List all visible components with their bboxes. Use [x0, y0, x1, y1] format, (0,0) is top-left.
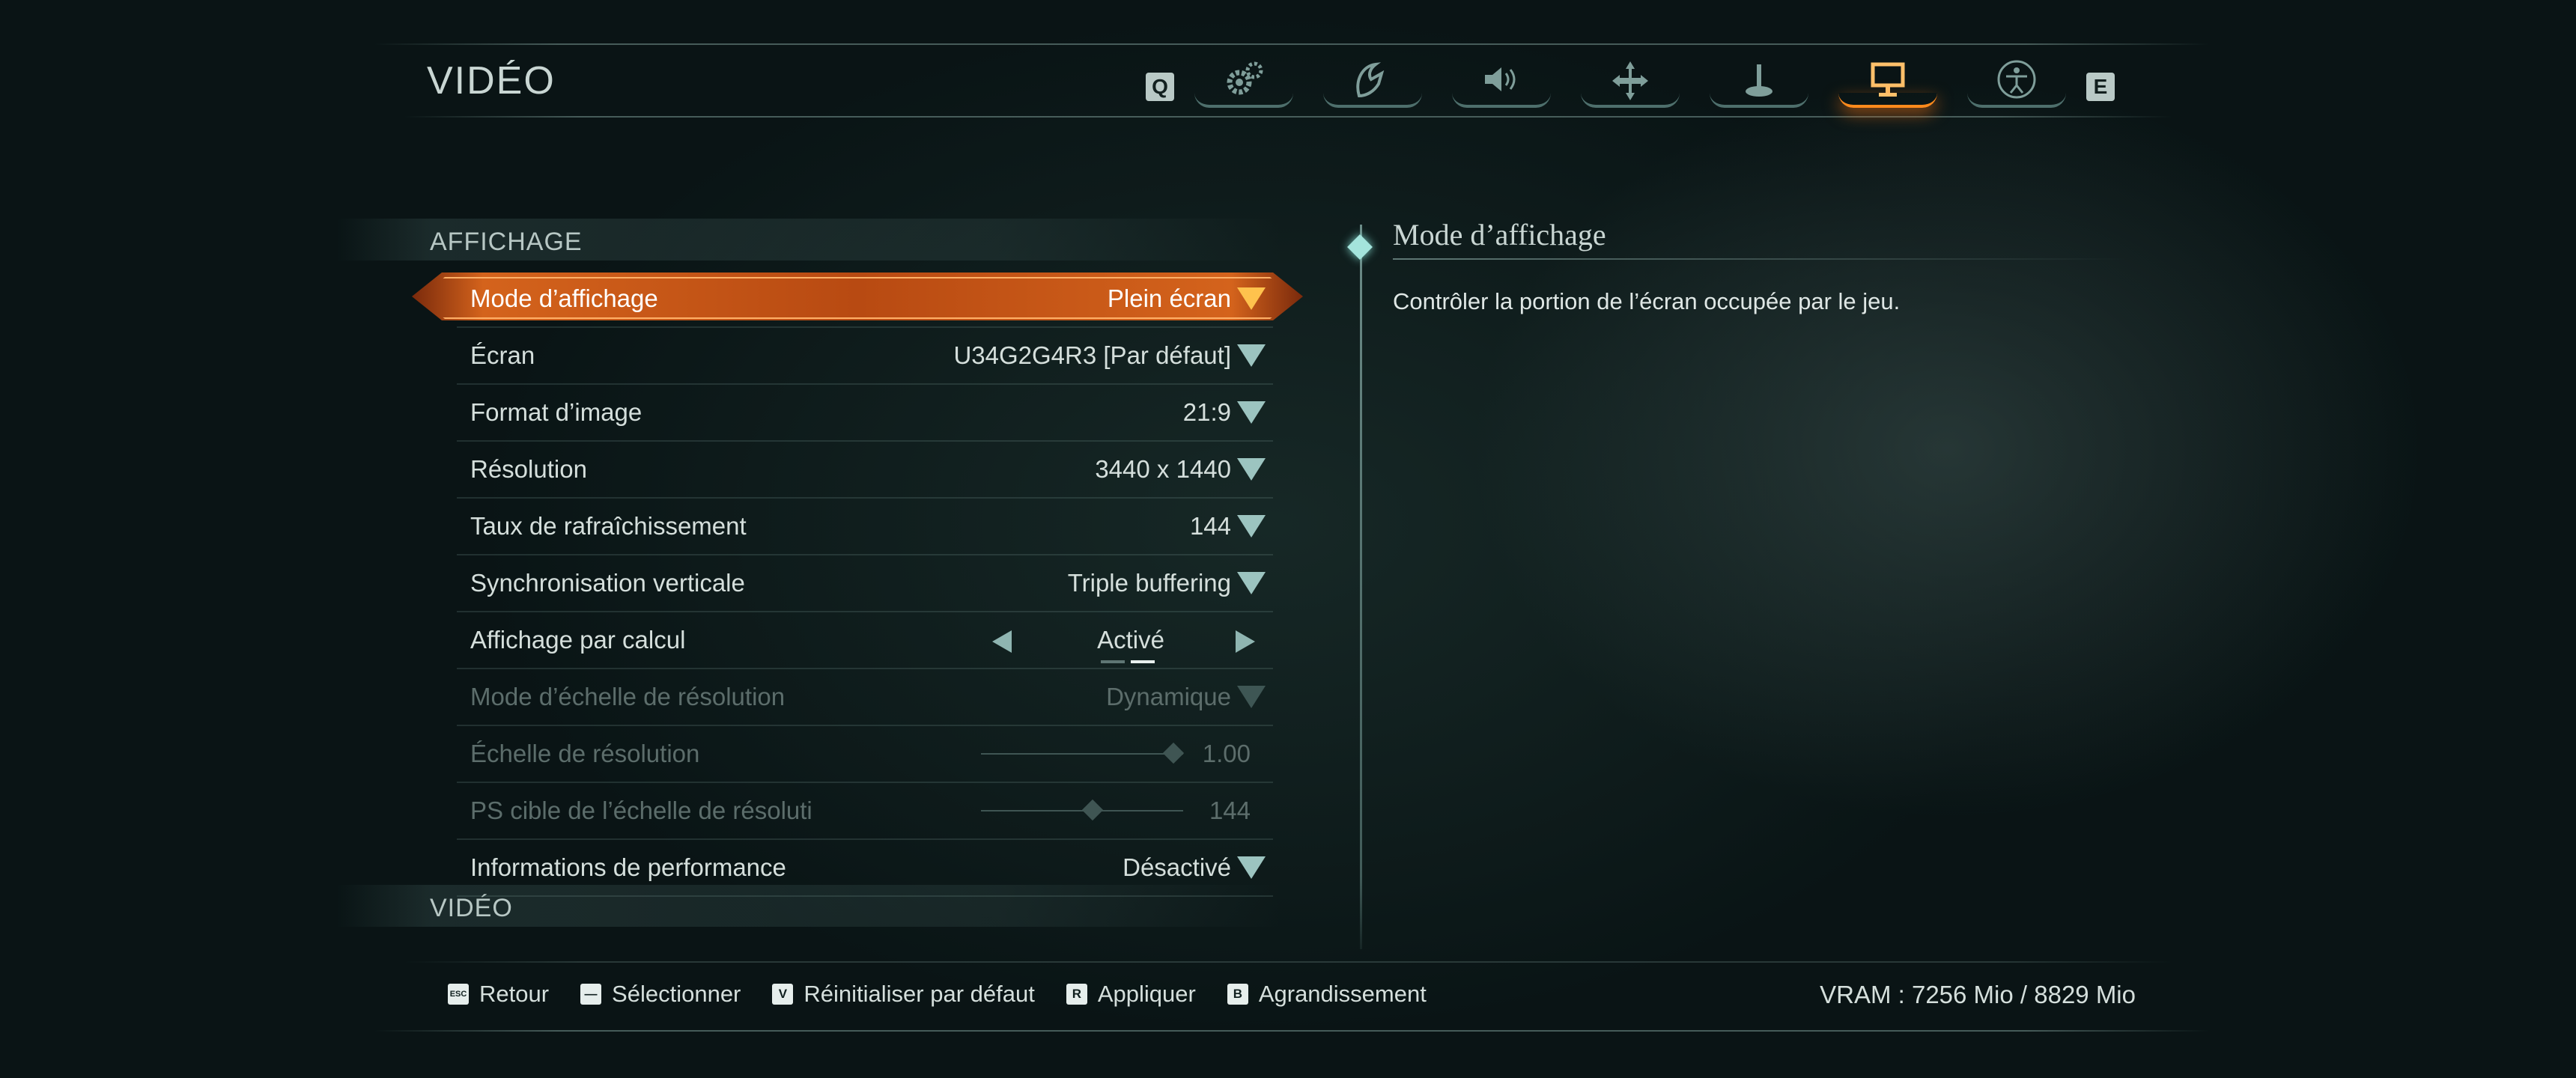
dropdown-arrow-icon[interactable] [1237, 287, 1266, 310]
setting-value: Dynamique [1106, 683, 1231, 710]
section-header-display: AFFICHAGE [337, 219, 1281, 261]
dropdown-arrow-icon[interactable] [1237, 458, 1266, 481]
next-tab-key[interactable]: E [2086, 73, 2115, 101]
space-key-icon: — [580, 984, 602, 1005]
prev-tab-key[interactable]: Q [1146, 73, 1174, 101]
setting-res-scale-target-fps: PS cible de l’échelle de résoluti 144 [457, 783, 1273, 840]
r-key-icon: R [1066, 984, 1087, 1005]
category-tabs [1194, 54, 2096, 114]
setting-value: Plein écran [1107, 284, 1231, 312]
tab-controller[interactable] [1710, 54, 1808, 114]
setting-value: 1.00 [1202, 740, 1251, 767]
setting-label: Mode d’affichage [470, 284, 658, 312]
setting-value: U34G2G4R3 [Par défaut] [953, 341, 1231, 369]
esc-key-icon: ESC [448, 984, 469, 1005]
v-key-icon: V [772, 984, 794, 1005]
help-title-rule [1393, 258, 2127, 260]
help-description: Contrôler la portion de l’écran occupée … [1393, 288, 1901, 314]
page-title: VIDÉO [427, 59, 556, 103]
setting-value: Activé [1097, 626, 1164, 654]
setting-aspect-ratio[interactable]: Format d’image 21:9 [457, 385, 1273, 442]
setting-res-scale-mode: Mode d’échelle de résolution Dynamique [457, 669, 1273, 726]
back-button[interactable]: ESC Retour [448, 981, 549, 1008]
apply-button[interactable]: R Appliquer [1066, 981, 1196, 1008]
action-label: Retour [479, 981, 550, 1007]
slider-track [981, 753, 1183, 755]
dropdown-arrow-icon[interactable] [1237, 401, 1266, 424]
setting-value: Triple buffering [1067, 569, 1231, 597]
footer-actions: ESC Retour — Sélectionner V Réinitialise… [448, 981, 1458, 1008]
setting-value: 21:9 [1182, 398, 1231, 426]
setting-perf-info[interactable]: Informations de performance Désactivé [457, 840, 1273, 897]
setting-label: PS cible de l’échelle de résoluti [470, 797, 812, 824]
setting-value: 3440 x 1440 [1095, 455, 1231, 483]
arrow-right-icon[interactable] [1236, 630, 1255, 653]
help-title: Mode d’affichage [1393, 218, 1606, 252]
reset-defaults-button[interactable]: V Réinitialiser par défaut [772, 981, 1035, 1008]
setting-value: 144 [1189, 512, 1231, 540]
action-label: Sélectionner [612, 981, 741, 1007]
setting-label: Format d’image [470, 398, 643, 426]
setting-label: Synchronisation verticale [470, 569, 745, 597]
divider-gem-icon [1347, 234, 1373, 260]
dropdown-arrow-icon[interactable] [1237, 344, 1266, 367]
slider-knob [1081, 799, 1103, 821]
zoom-button[interactable]: B Agrandissement [1227, 981, 1427, 1008]
slider-knob [1162, 742, 1184, 764]
section-title: AFFICHAGE [430, 228, 583, 256]
setting-res-scale: Échelle de résolution 1.00 [457, 726, 1273, 783]
setting-label: Échelle de résolution [470, 740, 700, 767]
tab-general[interactable] [1194, 54, 1293, 114]
tab-controls[interactable] [1581, 54, 1680, 114]
settings-list: Mode d’affichage Plein écran Écran U34G2… [457, 271, 1273, 897]
action-label: Appliquer [1097, 981, 1196, 1007]
dropdown-arrow-icon[interactable] [1237, 856, 1266, 879]
tab-accessibility[interactable] [1967, 54, 2066, 114]
action-label: Réinitialiser par défaut [804, 981, 1035, 1007]
setting-label: Écran [470, 341, 535, 369]
setting-label: Taux de rafraîchissement [470, 512, 747, 540]
arrow-left-icon[interactable] [992, 630, 1012, 653]
header-underline [404, 116, 2172, 118]
setting-label: Mode d’échelle de résolution [470, 683, 786, 710]
dropdown-arrow-icon [1237, 686, 1266, 708]
top-frame-line [374, 43, 2209, 45]
b-key-icon: B [1227, 984, 1248, 1005]
action-label: Agrandissement [1258, 981, 1427, 1007]
panel-divider [1360, 225, 1362, 949]
bottom-frame-line [374, 1030, 2209, 1032]
vram-usage: VRAM : 7256 Mio / 8829 Mio [1820, 981, 2136, 1008]
setting-resolution[interactable]: Résolution 3440 x 1440 [457, 442, 1273, 499]
tab-audio[interactable] [1452, 54, 1551, 114]
dropdown-arrow-icon[interactable] [1237, 572, 1266, 594]
option-indicator [1101, 660, 1155, 663]
setting-value: 144 [1209, 797, 1251, 824]
footer-topline [404, 961, 2172, 963]
setting-value: Désactivé [1123, 853, 1231, 881]
setting-label: Affichage par calcul [470, 626, 686, 654]
setting-compute-display[interactable]: Affichage par calcul Activé [457, 612, 1273, 669]
tab-gameplay[interactable] [1323, 54, 1422, 114]
select-button[interactable]: — Sélectionner [580, 981, 741, 1008]
setting-screen[interactable]: Écran U34G2G4R3 [Par défaut] [457, 328, 1273, 385]
setting-display-mode[interactable]: Mode d’affichage Plein écran [457, 271, 1273, 328]
setting-label: Résolution [470, 455, 587, 483]
setting-refresh-rate[interactable]: Taux de rafraîchissement 144 [457, 499, 1273, 555]
setting-vsync[interactable]: Synchronisation verticale Triple bufferi… [457, 555, 1273, 612]
tab-video[interactable] [1838, 54, 1937, 114]
section-title: VIDÉO [430, 894, 513, 922]
dropdown-arrow-icon[interactable] [1237, 515, 1266, 538]
setting-label: Informations de performance [470, 853, 786, 881]
